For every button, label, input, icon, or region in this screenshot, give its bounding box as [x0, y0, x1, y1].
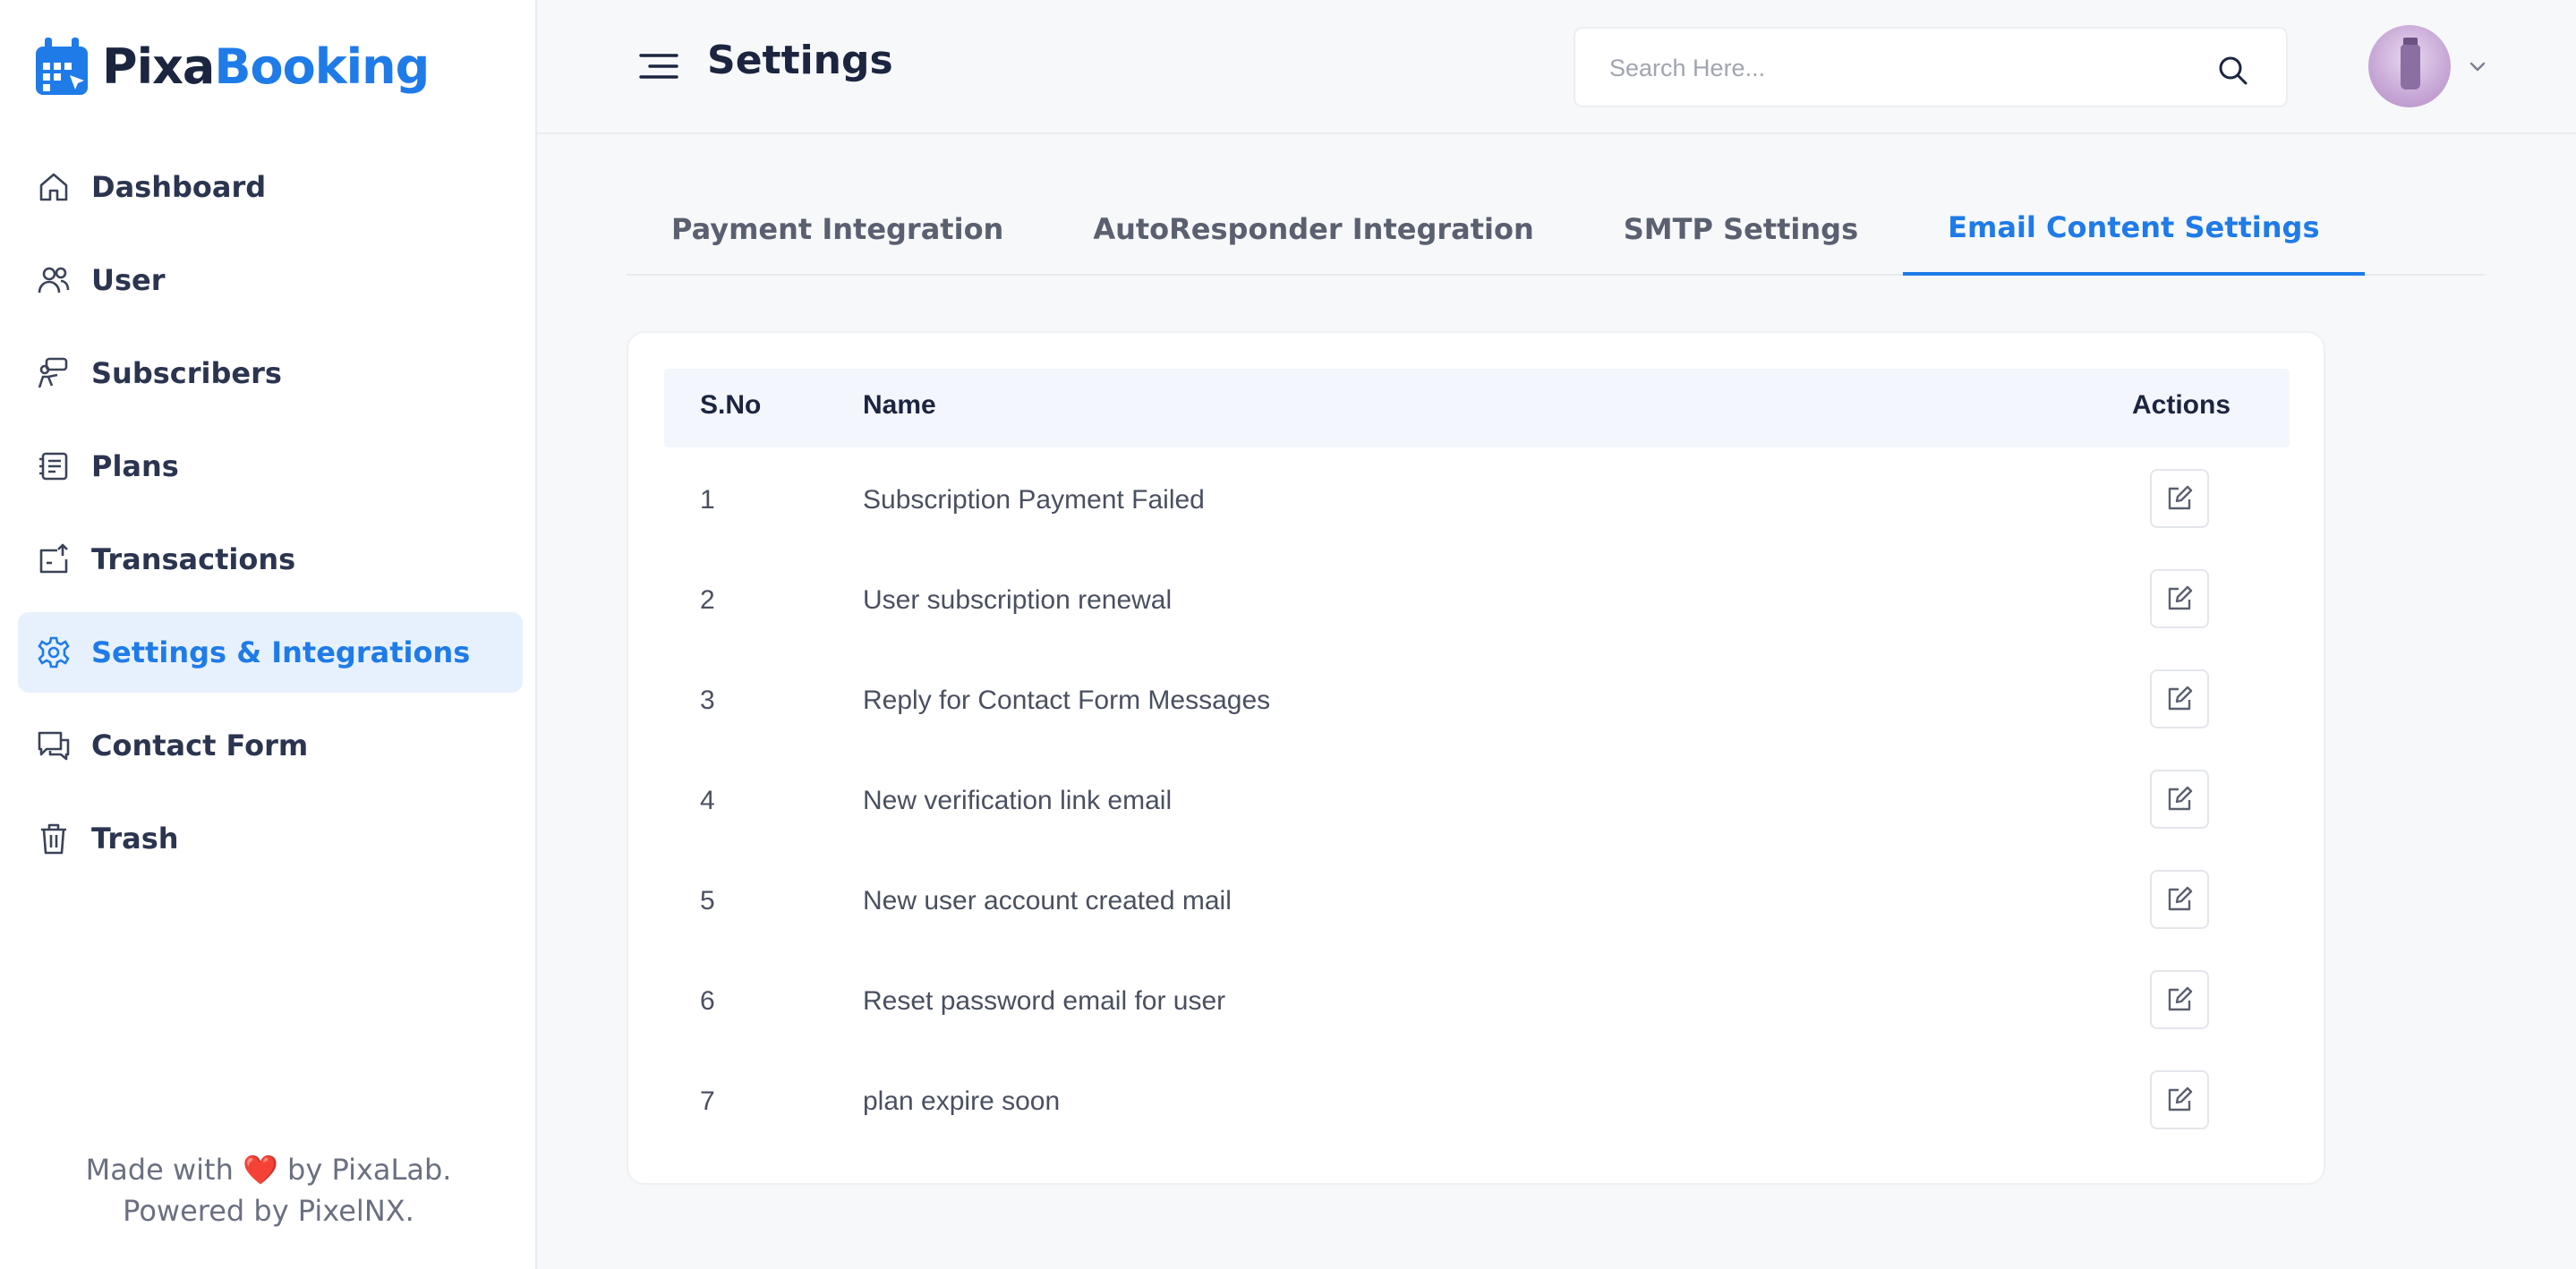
- edit-button[interactable]: [2150, 970, 2209, 1029]
- table-row: 5 New user account created mail: [664, 848, 2290, 949]
- row-name: Subscription Payment Failed: [863, 485, 1205, 515]
- sidebar-item-label: Dashboard: [91, 170, 267, 204]
- search-input[interactable]: [1609, 47, 2200, 89]
- menu-icon[interactable]: [637, 48, 680, 84]
- edit-icon: [2168, 485, 2193, 510]
- table-row: 6 Reset password email for user: [664, 949, 2290, 1049]
- column-header-name: Name: [863, 390, 936, 420]
- table-header: S.No Name Actions: [664, 369, 2290, 447]
- table-row: 1 Subscription Payment Failed: [664, 447, 2290, 548]
- sidebar-item-label: Plans: [91, 449, 179, 483]
- made-with-line: Made with ❤️ by PixaLab.: [0, 1149, 537, 1190]
- sidebar-item-subscribers[interactable]: Subscribers: [18, 333, 523, 413]
- row-name: Reset password email for user: [863, 986, 1226, 1016]
- sidebar-item-dashboard[interactable]: Dashboard: [18, 147, 523, 227]
- transactions-icon: [36, 541, 72, 577]
- edit-button[interactable]: [2150, 870, 2209, 929]
- brand-name-part1: Pixa: [102, 38, 215, 95]
- row-name: New verification link email: [863, 786, 1173, 815]
- brand-name-part2: Booking: [214, 38, 430, 95]
- row-sno: 4: [700, 786, 715, 815]
- page-title: Settings: [707, 38, 893, 83]
- home-icon: [36, 169, 72, 205]
- sidebar-nav: Dashboard User Subscribers Plans Transac…: [18, 147, 523, 891]
- sidebar-item-contact-form[interactable]: Contact Form: [18, 705, 523, 786]
- brand-name: PixaBooking: [102, 38, 430, 95]
- email-content-table-card: S.No Name Actions 1 Subscription Payment…: [627, 331, 2325, 1185]
- row-sno: 3: [700, 686, 715, 715]
- search-icon[interactable]: [2216, 54, 2248, 86]
- sidebar-item-plans[interactable]: Plans: [18, 426, 523, 507]
- row-name: plan expire soon: [863, 1086, 1061, 1116]
- column-header-actions: Actions: [2132, 390, 2231, 420]
- row-name: Reply for Contact Form Messages: [863, 686, 1271, 715]
- edit-icon: [2168, 1086, 2193, 1111]
- tab-email-content-settings[interactable]: Email Content Settings: [1903, 183, 2365, 276]
- avatar-bottle: [2401, 45, 2420, 89]
- sidebar-item-trash[interactable]: Trash: [18, 798, 523, 879]
- edit-icon: [2168, 686, 2193, 711]
- sidebar-footer: Made with ❤️ by PixaLab. Powered by Pixe…: [0, 1149, 537, 1231]
- chevron-down-icon[interactable]: [2467, 55, 2488, 77]
- edit-icon: [2168, 986, 2193, 1011]
- heart-icon: ❤️: [243, 1153, 278, 1187]
- edit-button[interactable]: [2150, 669, 2209, 728]
- sidebar-item-label: Trash: [91, 822, 179, 856]
- sidebar-item-transactions[interactable]: Transactions: [18, 519, 523, 600]
- column-header-sno: S.No: [700, 390, 762, 420]
- table-body: 1 Subscription Payment Failed 2 User sub…: [664, 447, 2290, 1149]
- edit-icon: [2168, 886, 2193, 911]
- row-sno: 2: [700, 585, 715, 615]
- edit-button[interactable]: [2150, 770, 2209, 829]
- trash-icon: [36, 821, 72, 856]
- sidebar-item-label: Subscribers: [91, 356, 282, 390]
- edit-icon: [2168, 585, 2193, 610]
- row-name: User subscription renewal: [863, 585, 1173, 615]
- edit-button[interactable]: [2150, 1070, 2209, 1129]
- search-box: [1574, 27, 2288, 107]
- user-avatar[interactable]: [2368, 25, 2451, 107]
- made-with-text: Made with: [85, 1153, 234, 1187]
- row-sno: 5: [700, 886, 715, 916]
- tab-payment-integration[interactable]: Payment Integration: [627, 183, 1048, 276]
- sidebar-item-user[interactable]: User: [18, 240, 523, 320]
- edit-icon: [2168, 786, 2193, 811]
- row-sno: 6: [700, 986, 715, 1016]
- sidebar-item-label: User: [91, 263, 166, 297]
- subscribers-icon: [36, 355, 72, 391]
- chat-icon: [36, 728, 72, 763]
- row-sno: 7: [700, 1086, 715, 1116]
- row-sno: 1: [700, 485, 715, 515]
- edit-button[interactable]: [2150, 569, 2209, 628]
- table-row: 2 User subscription renewal: [664, 548, 2290, 648]
- made-by-text: by PixaLab.: [287, 1153, 452, 1187]
- sidebar-item-label: Transactions: [91, 542, 296, 576]
- edit-button[interactable]: [2150, 469, 2209, 528]
- sidebar: PixaBooking Dashboard User Subscribers P…: [0, 0, 537, 1269]
- table-row: 7 plan expire soon: [664, 1049, 2290, 1149]
- calendar-logo-icon: [36, 38, 88, 95]
- row-name: New user account created mail: [863, 886, 1232, 916]
- brand-logo[interactable]: PixaBooking: [34, 34, 430, 98]
- settings-tabs: Payment Integration AutoResponder Integr…: [627, 183, 2485, 276]
- gear-icon: [36, 634, 72, 670]
- top-header: Settings: [537, 0, 2576, 134]
- plans-icon: [36, 448, 72, 484]
- table-row: 3 Reply for Contact Form Messages: [664, 648, 2290, 748]
- sidebar-item-label: Settings & Integrations: [91, 635, 471, 669]
- sidebar-item-label: Contact Form: [91, 728, 309, 762]
- users-icon: [36, 262, 72, 298]
- tab-smtp-settings[interactable]: SMTP Settings: [1579, 183, 1903, 276]
- sidebar-item-settings-integrations[interactable]: Settings & Integrations: [18, 612, 523, 693]
- tab-autoresponder-integration[interactable]: AutoResponder Integration: [1048, 183, 1578, 276]
- powered-by-text: Powered by PixelNX.: [123, 1194, 414, 1228]
- table-row: 4 New verification link email: [664, 748, 2290, 848]
